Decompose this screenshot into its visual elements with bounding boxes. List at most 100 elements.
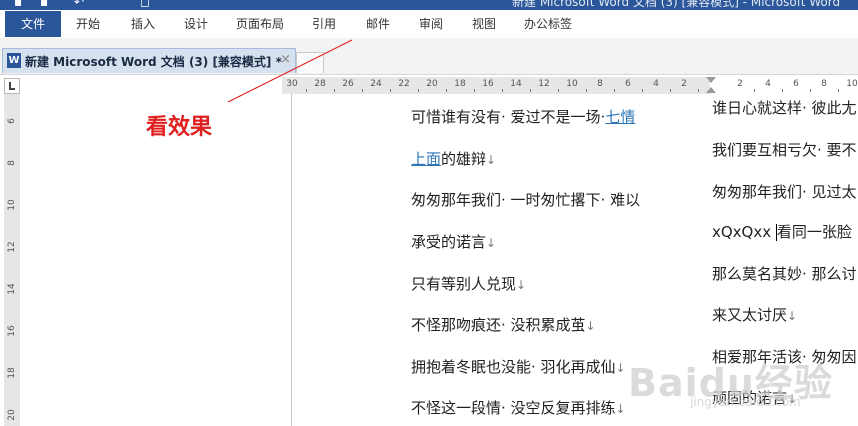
- ruler-tick: [474, 89, 475, 92]
- ruler-tick: [754, 89, 755, 92]
- text-line[interactable]: 上面的雄辩↓: [411, 149, 496, 170]
- paragraph-mark: ↓: [516, 278, 527, 292]
- ruler-number: 24: [370, 79, 382, 89]
- ruler-tick: [670, 89, 671, 92]
- paragraph-mark: ↓: [615, 361, 626, 375]
- tab-office-tabs[interactable]: 办公标签: [522, 13, 574, 35]
- ruler-tick: [502, 89, 503, 92]
- ruler-number: 30: [286, 79, 298, 89]
- ruler-tick: [698, 89, 699, 92]
- left-indent-marker[interactable]: [706, 87, 716, 93]
- hyperlink[interactable]: 七情: [605, 108, 635, 126]
- ruler-number: 4: [765, 79, 771, 89]
- ruler-tick: [334, 89, 335, 92]
- paragraph-mark: ↓: [787, 309, 798, 323]
- window-title: 新建 Microsoft Word 文档 (3) [兼容模式] - Micros…: [512, 0, 841, 9]
- print-preview-icon[interactable]: ◻: [140, 0, 150, 9]
- text-line[interactable]: 只有等别人兑现↓: [411, 274, 526, 295]
- ruler-tick: [782, 89, 783, 92]
- ruler-tick: [614, 89, 615, 92]
- hyperlink[interactable]: 上面: [411, 150, 441, 168]
- text-line[interactable]: 拥抱着冬眠也没能· 羽化再成仙↓: [411, 357, 626, 378]
- ruler-tick: [306, 89, 307, 92]
- word-doc-icon: W: [7, 53, 21, 68]
- ruler-tick: [642, 89, 643, 92]
- document-tab[interactable]: W 新建 Microsoft Word 文档 (3) [兼容模式] * ×: [2, 48, 296, 73]
- text-line[interactable]: 谁日心就这样· 彼此尢: [712, 98, 857, 118]
- paragraph-mark: ↓: [585, 319, 596, 333]
- ruler-number: 6: [625, 79, 631, 89]
- ruler-number: 10: [7, 199, 17, 211]
- ruler-tick: [810, 89, 811, 92]
- document-tab-bar: W 新建 Microsoft Word 文档 (3) [兼容模式] * ×: [0, 38, 858, 75]
- ruler-number: 14: [510, 79, 522, 89]
- ruler-number: 16: [482, 79, 494, 89]
- text-line[interactable]: 那么莫名其妙· 那么讨: [712, 264, 857, 284]
- tab-insert[interactable]: 插入: [129, 13, 157, 35]
- paragraph-mark: ↓: [486, 236, 497, 250]
- vertical-ruler[interactable]: 6 8 10 12 14 16 18 20: [4, 94, 20, 426]
- text-line[interactable]: 不怪这一段情· 没空反复再排练↓: [411, 398, 626, 419]
- ruler-number: 10: [566, 79, 578, 89]
- first-line-indent-marker[interactable]: [706, 77, 716, 83]
- ruler-number: 2: [681, 79, 687, 89]
- ruler-number: 22: [398, 79, 410, 89]
- paragraph-mark: ↓: [615, 402, 626, 416]
- text-line[interactable]: 承受的诺言↓: [411, 232, 496, 253]
- tab-home[interactable]: 开始: [74, 13, 102, 35]
- ruler-tick: [530, 89, 531, 92]
- ruler-number: 8: [821, 79, 827, 89]
- ruler-number: 10: [846, 79, 858, 89]
- tab-file[interactable]: 文件: [5, 11, 61, 37]
- ruler-number: 18: [7, 367, 17, 379]
- save-icon[interactable]: ▪: [40, 0, 48, 9]
- paragraph-mark: ↓: [486, 153, 497, 167]
- horizontal-ruler[interactable]: 30 28 26 24 22 20 18 16 14 12 10 8 6 4 2 2 4 6 8 10: [282, 77, 858, 94]
- text-line[interactable]: 我们要互相亏欠· 要不: [712, 140, 857, 160]
- ruler-tick: [838, 89, 839, 92]
- watermark-url: jingyan.baidu.com: [690, 395, 801, 409]
- undo-icon[interactable]: ↶: [74, 0, 84, 9]
- ruler-number: 14: [7, 283, 17, 295]
- ruler-number: 4: [653, 79, 659, 89]
- ruler-tick: [362, 89, 363, 92]
- new-tab-button[interactable]: [296, 52, 324, 73]
- ruler-number: 26: [342, 79, 354, 89]
- text-line[interactable]: 可惜谁有没有· 爱过不是一场·七情: [411, 107, 635, 127]
- ruler-number: 2: [737, 79, 743, 89]
- tab-design[interactable]: 设计: [182, 13, 210, 35]
- ruler-tick: [586, 89, 587, 92]
- ruler-number: 12: [7, 241, 17, 253]
- ruler-number: 20: [426, 79, 438, 89]
- text-line[interactable]: 匆匆那年我们· 一时匆忙撂下· 难以: [411, 190, 640, 210]
- document-tab-title: 新建 Microsoft Word 文档 (3) [兼容模式] *: [25, 55, 282, 69]
- ruler-number: 6: [7, 118, 17, 124]
- ruler-number: 8: [597, 79, 603, 89]
- ruler-tick: [418, 89, 419, 92]
- text-line[interactable]: 不怪那吻痕还· 没积累成茧↓: [411, 315, 596, 336]
- text-line[interactable]: xQxQxx 看同一张脸: [712, 222, 852, 242]
- page-divider: [291, 94, 292, 426]
- tab-page-layout[interactable]: 页面布局: [234, 13, 286, 35]
- ribbon-tabs: 文件 开始 插入 设计 页面布局 引用 邮件 审阅 视图 办公标签: [0, 10, 858, 38]
- tab-mailings[interactable]: 邮件: [364, 13, 392, 35]
- title-bar: ▪ ▪ ↶ ◻ 新建 Microsoft Word 文档 (3) [兼容模式] …: [0, 0, 858, 10]
- tab-view[interactable]: 视图: [470, 13, 498, 35]
- horizontal-ruler-area: 30 28 26 24 22 20 18 16 14 12 10 8 6 4 2 2 4 6 8 10: [0, 75, 858, 94]
- ruler-number: 12: [538, 79, 550, 89]
- close-icon[interactable]: ×: [280, 52, 291, 67]
- ruler-number: 8: [7, 160, 17, 166]
- text-line[interactable]: 来又太讨厌↓: [712, 305, 797, 326]
- annotation-text: 看效果: [146, 115, 213, 140]
- tab-review[interactable]: 审阅: [417, 13, 445, 35]
- ruler-number: 28: [314, 79, 326, 89]
- text-line[interactable]: 匆匆那年我们· 见过太: [712, 182, 857, 202]
- ruler-number: 16: [7, 325, 17, 337]
- save-icon[interactable]: ▪: [14, 0, 22, 9]
- tab-stop-selector[interactable]: [4, 78, 20, 94]
- ruler-number: 20: [7, 409, 17, 421]
- ruler-tick: [446, 89, 447, 92]
- ruler-tick: [390, 89, 391, 92]
- tab-references[interactable]: 引用: [310, 13, 338, 35]
- ruler-number: 18: [454, 79, 466, 89]
